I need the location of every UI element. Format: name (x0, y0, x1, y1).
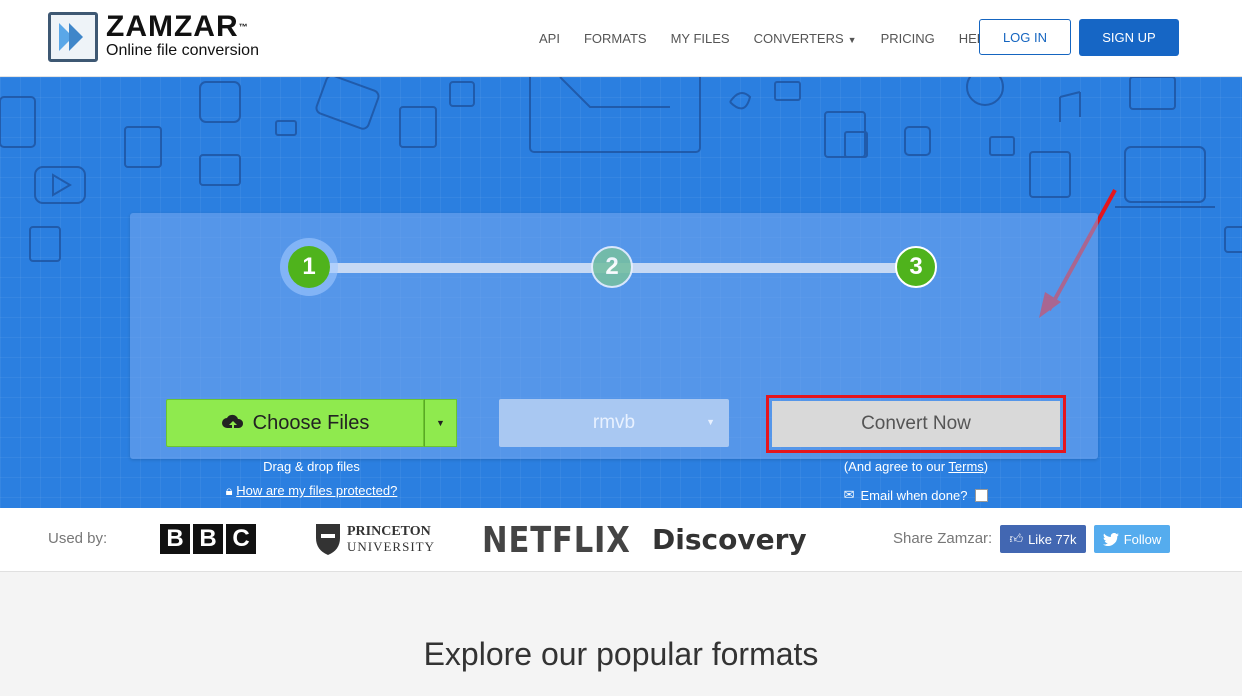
agree-suffix: ) (983, 459, 989, 474)
bbc-letter: B (160, 524, 190, 554)
logo-arrows-icon (48, 12, 98, 62)
share-label: Share Zamzar: (893, 530, 993, 547)
step-3-badge: 3 (895, 246, 937, 288)
format-select[interactable]: rmvb ▼ (499, 399, 729, 447)
used-by-bar: Used by: B B C PRINCETON UNIVERSITY NETF… (0, 508, 1242, 572)
logo-text: ZAMZAR™ Online file conversion (106, 10, 259, 61)
nav-my-files[interactable]: MY FILES (671, 31, 730, 46)
signup-button[interactable]: SIGN UP (1079, 19, 1179, 56)
choose-files-dropdown[interactable]: ▼ (424, 399, 457, 447)
explore-formats-heading: Explore our popular formats (423, 636, 819, 672)
bbc-letter: B (193, 524, 223, 554)
email-when-done-row: ✉ Email when done? (766, 487, 1066, 503)
agree-prefix: (And agree to our (843, 459, 949, 474)
nav-api[interactable]: API (539, 31, 560, 46)
used-by-label: Used by: (48, 530, 108, 547)
caret-down-icon: ▼ (706, 417, 715, 427)
cloud-upload-icon (221, 414, 243, 431)
brand-name: ZAMZAR (106, 10, 239, 43)
follow-label: Follow (1123, 531, 1162, 547)
main-nav: API FORMATS MY FILES CONVERTERS ▼ PRICING… (539, 0, 1017, 76)
format-selected-value: rmvb (592, 412, 636, 433)
nav-pricing[interactable]: PRICING (881, 31, 935, 46)
facebook-like-button[interactable]: 👍︎ Like 77k (1000, 525, 1086, 553)
email-when-done-label: Email when done? (860, 487, 968, 503)
brand-tagline: Online file conversion (106, 42, 259, 59)
princeton-logo: PRINCETON UNIVERSITY (315, 522, 435, 556)
twitter-bird-icon (1102, 532, 1119, 546)
files-protected-row: 🔒︎ How are my files protected? (166, 483, 457, 499)
files-protected-link[interactable]: How are my files protected? (236, 483, 397, 498)
nav-converters[interactable]: CONVERTERS ▼ (754, 31, 857, 46)
lock-icon: 🔒︎ (225, 483, 233, 498)
discovery-logo: Discovery (652, 523, 807, 556)
drag-drop-hint: Drag & drop files (263, 459, 360, 474)
twitter-follow-button[interactable]: Follow (1094, 525, 1170, 553)
caret-down-icon: ▼ (847, 34, 857, 45)
hero-section: 1 2 3 Choose Files ▼ Drag & drop files 🔒… (0, 77, 1242, 508)
brand-tm: ™ (238, 22, 249, 32)
bbc-letter: C (226, 524, 256, 554)
step-1-badge: 1 (288, 246, 330, 288)
bbc-logo: B B C (160, 524, 259, 554)
converter-panel: 1 2 3 Choose Files ▼ Drag & drop files 🔒… (130, 213, 1098, 503)
step-2-badge: 2 (591, 246, 633, 288)
site-header: ZAMZAR™ Online file conversion API FORMA… (0, 0, 1242, 77)
envelope-icon: ✉ (843, 487, 855, 502)
netflix-logo: NETFLIX (482, 520, 631, 561)
choose-files-button[interactable]: Choose Files (166, 399, 424, 447)
email-when-done-checkbox[interactable] (975, 488, 989, 502)
like-label: Like 77k (1028, 531, 1077, 547)
zamzar-logo[interactable]: ZAMZAR™ Online file conversion (48, 12, 259, 62)
choose-files-label: Choose Files (252, 411, 370, 434)
princeton-line2: UNIVERSITY (347, 539, 435, 554)
princeton-line1: PRINCETON (347, 524, 431, 539)
nav-formats[interactable]: FORMATS (584, 31, 647, 46)
caret-down-icon: ▼ (436, 418, 445, 428)
login-button[interactable]: LOG IN (979, 19, 1071, 55)
terms-agree-text: (And agree to our Terms) (766, 459, 1066, 474)
terms-link[interactable]: Terms (948, 459, 983, 474)
convert-now-button[interactable]: Convert Now (772, 401, 1060, 447)
nav-converters-label: CONVERTERS (753, 30, 844, 46)
princeton-shield-icon (316, 524, 340, 555)
thumbs-up-icon: 👍︎ (1009, 531, 1024, 546)
